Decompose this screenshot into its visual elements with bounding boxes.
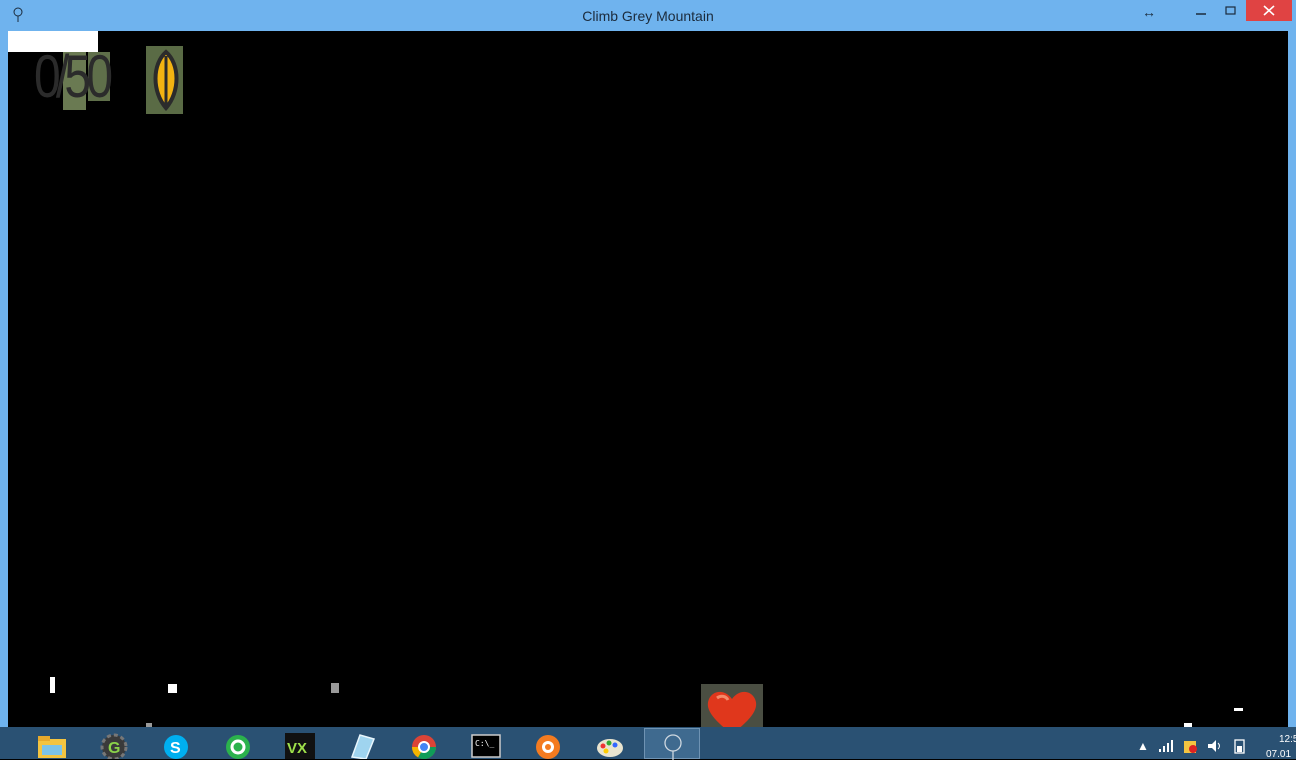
maximize-icon (1225, 6, 1236, 15)
vx-icon: VX (285, 733, 315, 759)
resize-icon[interactable]: ↔ (1137, 4, 1161, 28)
minimize-button[interactable] (1186, 0, 1216, 24)
folder-icon (38, 736, 66, 758)
tree-icon (664, 734, 682, 760)
svg-text:S: S (170, 740, 181, 757)
taskbar-item-skype[interactable]: S (148, 728, 204, 759)
taskbar-item-gear-app[interactable]: G (86, 728, 142, 759)
minimize-icon (1196, 13, 1206, 15)
taskbar-item-game[interactable] (644, 728, 700, 760)
particle (50, 677, 55, 693)
particle (1234, 708, 1243, 711)
taskbar-item-orange-app[interactable] (520, 728, 576, 759)
game-canvas[interactable]: 0/50 (8, 31, 1288, 740)
clock-time[interactable]: 12:5 (1279, 734, 1296, 745)
taskbar-item-vx[interactable]: VX (272, 728, 328, 759)
taskbar-item-notepad[interactable] (334, 728, 390, 759)
taskbar: G S VX C:\_ ▲ 12:5 07.01 (0, 727, 1296, 760)
paint-icon (597, 739, 623, 757)
green-circle-icon (226, 735, 250, 759)
window-frame-left (0, 31, 8, 727)
svg-text:VX: VX (287, 740, 307, 757)
gear-g-icon: G (100, 733, 128, 759)
taskbar-item-chrome[interactable] (396, 728, 452, 759)
window-frame-right (1288, 31, 1296, 727)
clock-date[interactable]: 07.01 (1266, 749, 1291, 760)
notepad-icon (350, 734, 376, 759)
volume-icon[interactable] (1207, 739, 1223, 753)
battery-icon[interactable] (1232, 738, 1248, 754)
skype-icon: S (164, 735, 188, 759)
taskbar-item-explorer[interactable] (24, 728, 80, 759)
network-warning-icon[interactable] (1182, 738, 1198, 754)
taskbar-item-paint[interactable] (582, 728, 638, 759)
svg-text:C:\_: C:\_ (475, 739, 494, 748)
terminal-icon: C:\_ (471, 734, 501, 758)
particle (168, 684, 177, 693)
signal-icon[interactable] (1158, 739, 1174, 753)
close-button[interactable] (1246, 0, 1292, 21)
tray-expand-icon[interactable]: ▲ (1137, 739, 1149, 753)
title-bar[interactable]: Climb Grey Mountain ↔ (0, 0, 1296, 31)
maximize-button[interactable] (1216, 0, 1246, 24)
chrome-icon (412, 735, 436, 759)
close-icon (1263, 5, 1275, 16)
svg-text:G: G (108, 740, 120, 757)
taskbar-item-green-app[interactable] (210, 728, 266, 759)
orange-circle-icon (536, 735, 560, 759)
particle (331, 683, 339, 693)
window-title: Climb Grey Mountain (582, 8, 714, 24)
taskbar-item-terminal[interactable]: C:\_ (458, 728, 514, 759)
leaf-icon (153, 49, 179, 112)
collectible-counter: 0/50 (34, 43, 113, 110)
